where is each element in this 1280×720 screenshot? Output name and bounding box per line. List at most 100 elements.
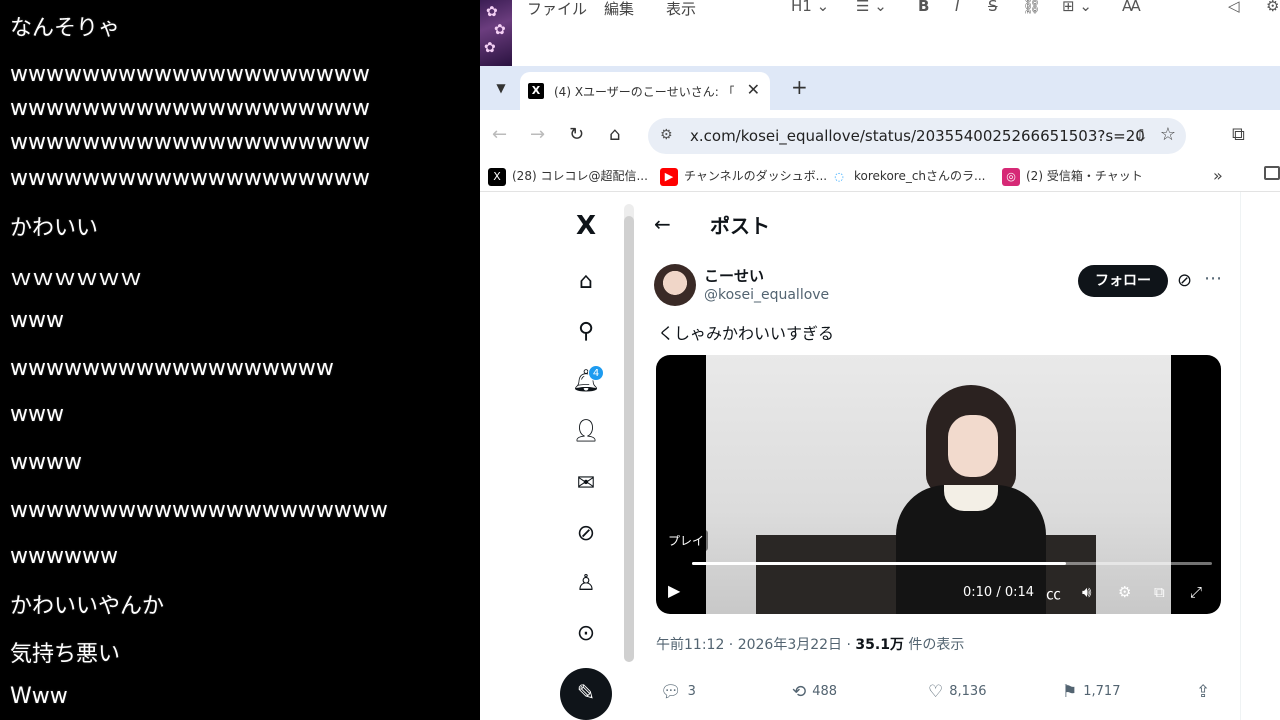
reply-icon: 💬︎ xyxy=(660,682,682,702)
comment-item: ｗｗｗｗｗｗ xyxy=(10,266,143,291)
avatar[interactable] xyxy=(654,264,696,306)
follow-suggest-icon[interactable]: 👤︎ xyxy=(560,412,612,452)
heading-dropdown[interactable]: H1 ⌄ xyxy=(791,0,829,15)
more-options-icon[interactable]: ⋯ xyxy=(1204,268,1222,289)
reply-button[interactable]: 💬︎ 3 xyxy=(660,682,696,702)
announce-icon[interactable]: ◁ xyxy=(1228,0,1240,15)
volume-icon[interactable]: 🔊︎ xyxy=(1082,583,1091,601)
menu-view[interactable]: 表示 xyxy=(666,0,696,19)
back-icon[interactable]: ← xyxy=(492,124,507,145)
bookmark-item[interactable]: ◎ (2) 受信箱・チャット xyxy=(1002,167,1143,186)
back-arrow-icon[interactable]: ← xyxy=(654,212,671,236)
comment-item: なんそりゃ xyxy=(10,16,121,41)
settings-icon[interactable]: ⚙ xyxy=(1118,583,1131,601)
repost-icon: ⟲ xyxy=(792,682,807,702)
bookmark-count: 1,717 xyxy=(1083,684,1121,699)
forward-icon[interactable]: → xyxy=(530,124,545,145)
share-icon: ⇪ xyxy=(1196,682,1211,702)
bookmarks-overflow-icon[interactable]: » xyxy=(1213,166,1223,185)
search-icon[interactable]: ⚲ xyxy=(560,312,612,352)
grok-nav-icon[interactable]: ⊘ xyxy=(560,514,612,554)
comment-item: かわいい xyxy=(10,216,99,241)
settings-icon[interactable]: ⚙ xyxy=(1266,0,1279,15)
x-logo-icon[interactable]: X xyxy=(560,206,612,246)
home-icon[interactable]: ⌂ xyxy=(609,124,620,145)
spellcheck-icon[interactable]: Ꜳ xyxy=(1122,0,1141,15)
browser-window: ✿ ✿ ✿ ファイル 編集 表示 H1 ⌄ ☰ ⌄ B I S ⛓ ⊞ ⌄ Ꜳ ◁ … xyxy=(480,0,1280,720)
tab-x-post[interactable]: X (4) Xユーザーのこーせいさん: 「くしゃみ ✕ xyxy=(520,72,770,110)
video-person xyxy=(896,385,1046,614)
view-suffix: 件の表示 xyxy=(903,637,965,653)
profile-icon[interactable]: ♙ xyxy=(560,564,612,604)
table-icon[interactable]: ⊞ ⌄ xyxy=(1062,0,1092,15)
scrollbar-thumb[interactable] xyxy=(624,216,634,662)
comment-item: wwwwwwwwwwwwwwwwwwww xyxy=(10,96,370,121)
x-favicon-icon: X xyxy=(528,83,544,99)
video-progress-bar[interactable] xyxy=(692,562,1212,565)
post-timestamp[interactable]: 午前11:12 · 2026年3月22日 · xyxy=(656,637,855,653)
menu-edit[interactable]: 編集 xyxy=(604,0,634,19)
fullscreen-icon[interactable]: ⤢ xyxy=(1190,583,1202,601)
new-tab-icon[interactable]: + xyxy=(791,75,808,99)
install-icon[interactable]: ⇩ xyxy=(1135,126,1148,145)
bookmark-item[interactable]: ◌ korekore_chさんのラ... xyxy=(830,167,985,186)
link-icon[interactable]: ⛓ xyxy=(1022,0,1041,15)
star-icon[interactable]: ☆ xyxy=(1160,124,1176,145)
comment-stream: なんそりゃ wwwwwwwwwwwwwwwwwwww wwwwwwwwwwwwwww… xyxy=(0,0,480,720)
list-icon[interactable]: ☰ ⌄ xyxy=(856,0,887,15)
more-nav-icon[interactable]: ⊙ xyxy=(560,614,612,654)
site-info-icon[interactable]: ⚙ xyxy=(660,127,673,143)
messages-icon[interactable]: ✉ xyxy=(560,464,612,504)
pip-icon[interactable]: ⧉ xyxy=(1154,583,1165,601)
menu-file[interactable]: ファイル xyxy=(527,0,587,19)
tab-search-chevron-icon[interactable]: ▼ xyxy=(489,77,513,99)
strikethrough-icon[interactable]: S xyxy=(988,0,998,15)
extensions-icon[interactable]: ⧉ xyxy=(1232,124,1245,145)
address-bar[interactable]: ⚙ x.com/kosei_equallove/status/203554002… xyxy=(648,118,1186,154)
folder-icon[interactable] xyxy=(1264,166,1280,180)
url-text: x.com/kosei_equallove/status/20355400252… xyxy=(690,127,1145,145)
reload-icon[interactable]: ↻ xyxy=(569,124,584,145)
bookmark-item[interactable]: X (28) コレコレ@超配信... xyxy=(488,167,648,186)
bookmark-button[interactable]: ⚑ 1,717 xyxy=(1062,682,1120,702)
x-side-nav: X ⌂ ⚲ 🔔︎ 👤︎ ✉ ⊘ ♙ ⊙ xyxy=(560,192,612,720)
scrollbar[interactable] xyxy=(624,204,634,662)
video-player[interactable]: プレイ ▶ 0:10 / 0:14 ㏄ 🔊︎ ⚙ ⧉ ⤢ xyxy=(656,355,1221,614)
notification-badge: 4 xyxy=(588,365,604,381)
bookmark-favicon-icon: X xyxy=(488,167,506,186)
bookmark-icon: ⚑ xyxy=(1062,682,1078,702)
comment-item: wwwwwwwwwwwwwwwwwwww xyxy=(10,130,370,155)
home-nav-icon[interactable]: ⌂ xyxy=(560,262,612,302)
play-icon[interactable]: ▶ xyxy=(668,581,680,600)
comment-item: wwwwww xyxy=(10,544,118,569)
post-actions: 💬︎ 3 ⟲ 488 ♡ 8,136 ⚑ 1,717 ⇪ xyxy=(656,682,1221,706)
bookmark-favicon-icon: ▶ xyxy=(660,167,678,186)
like-button[interactable]: ♡ 8,136 xyxy=(928,682,986,702)
compose-post-button[interactable]: ✎ xyxy=(560,668,612,720)
notifications-icon[interactable]: 🔔︎ xyxy=(560,362,612,402)
follow-button[interactable]: フォロー xyxy=(1078,265,1168,297)
video-timecode: 0:10 / 0:14 xyxy=(963,585,1035,600)
grok-icon[interactable]: ⊘ xyxy=(1177,270,1192,291)
comment-item: wwww xyxy=(10,450,82,475)
editor-thumbnail: ✿ ✿ ✿ xyxy=(480,0,512,66)
comment-item: wwwwwwwwwwwwwwwwwwwww xyxy=(10,498,388,523)
reply-count: 3 xyxy=(687,684,696,699)
comment-item: かわいいやんか xyxy=(10,594,165,619)
post-text: くしゃみかわいいすぎる xyxy=(658,324,835,343)
share-button[interactable]: ⇪ xyxy=(1196,682,1216,702)
italic-icon[interactable]: I xyxy=(955,0,959,15)
captions-icon[interactable]: ㏄ xyxy=(1046,583,1061,604)
author-name[interactable]: こーせい xyxy=(704,265,764,286)
video-progress-fill xyxy=(692,562,1067,565)
author-handle[interactable]: @kosei_equallove xyxy=(704,287,829,303)
close-icon[interactable]: ✕ xyxy=(747,80,760,99)
heading-label: H1 xyxy=(791,0,812,15)
like-count: 8,136 xyxy=(949,684,987,699)
comment-item: 気持ち悪い xyxy=(10,642,121,667)
repost-button[interactable]: ⟲ 488 xyxy=(792,682,837,702)
comment-item: wwwwwwwwwwwwwwwwww xyxy=(10,356,334,381)
bookmark-item[interactable]: ▶ チャンネルのダッシュボ... xyxy=(660,167,827,186)
comment-item: Www xyxy=(10,684,68,709)
bold-icon[interactable]: B xyxy=(918,0,929,15)
